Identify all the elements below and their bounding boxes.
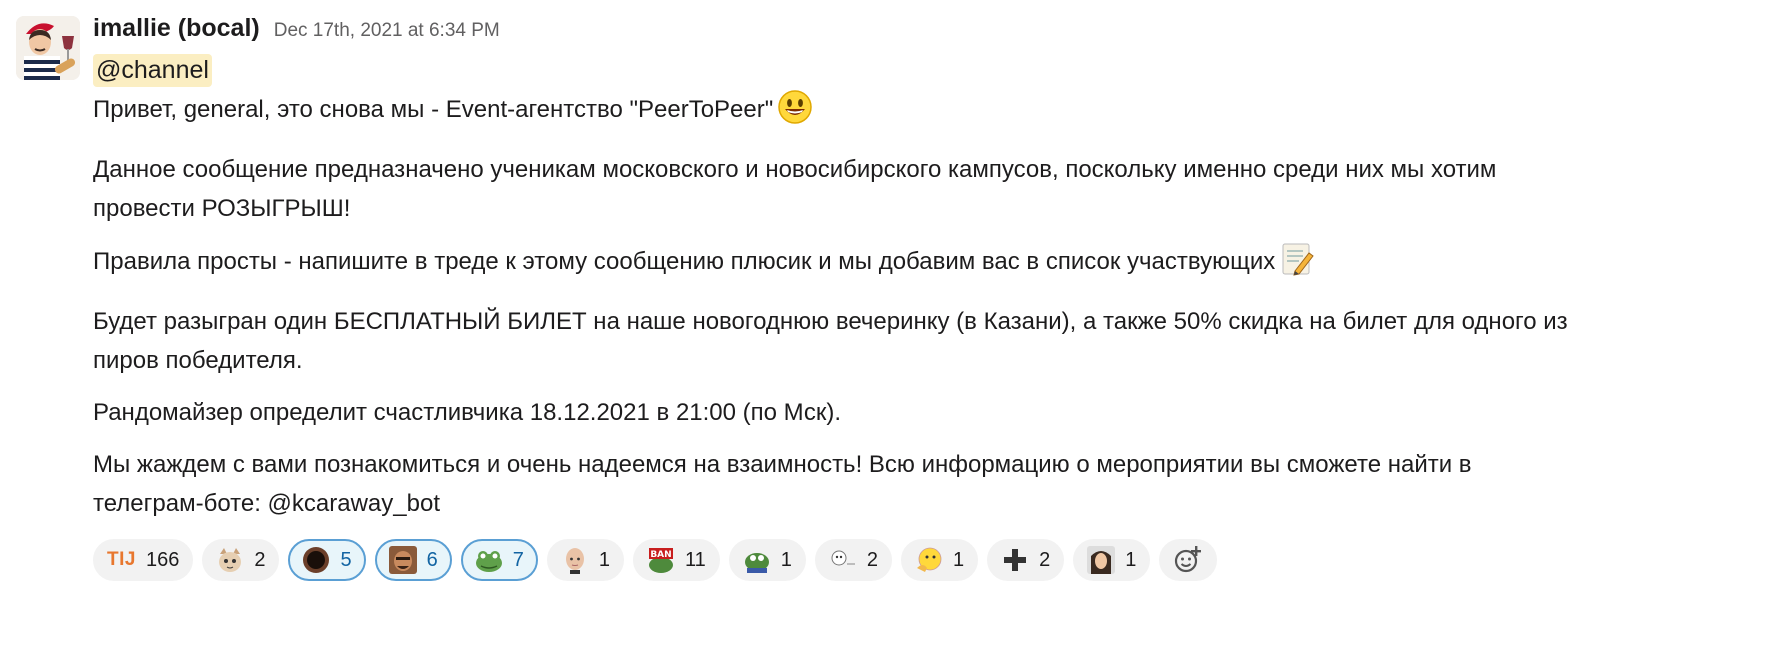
message-paragraph: Данное сообщение предназначено ученикам …: [93, 156, 1497, 222]
reaction-count: 1: [780, 548, 792, 571]
reaction-man-face[interactable]: 6: [374, 539, 452, 581]
tij-text-icon: TIJ: [107, 549, 136, 570]
reaction-frog[interactable]: 7: [460, 539, 538, 581]
reaction-count: 2: [254, 548, 266, 571]
reaction-count: 7: [512, 548, 524, 571]
message-paragraph: Рандомайзер определит счастливчика 18.12…: [93, 399, 842, 426]
reaction-thinking[interactable]: 1: [900, 539, 979, 581]
frog-icon: [475, 551, 502, 572]
ban-frog-icon: BAN: [648, 548, 673, 573]
man-face-icon: [388, 546, 417, 574]
paragraph-text: Привет, general, это снова мы - Event-аг…: [93, 96, 774, 123]
channel-mention[interactable]: @channel: [93, 54, 212, 87]
smiley-icon: [777, 89, 813, 137]
paragraph-text: Правила просты - напишите в треде к этом…: [93, 248, 1276, 275]
svg-text:BAN: BAN: [650, 550, 671, 560]
reaction-count: 11: [684, 548, 706, 571]
bald-head-icon: [565, 548, 584, 574]
reaction-girl-photo[interactable]: 1: [1073, 539, 1151, 581]
reaction-count: 5: [340, 548, 352, 571]
reaction-ban-frog[interactable]: BAN 11: [632, 539, 720, 581]
reaction-count: 1: [952, 548, 965, 571]
message-paragraph: Будет разыгран один БЕСПЛАТНЫЙ БИЛЕТ на …: [93, 308, 1568, 374]
message-timestamp[interactable]: Dec 17th, 2021 at 6:34 PM: [274, 20, 500, 42]
reaction-count: 166: [145, 548, 180, 571]
dark-hole-icon: [303, 547, 330, 573]
message-content: imallie (bocal) Dec 17th, 2021 at 6:34 P…: [93, 14, 1573, 581]
author-name[interactable]: imallie (bocal): [93, 14, 260, 43]
chat-message: imallie (bocal) Dec 17th, 2021 at 6:34 P…: [0, 0, 1790, 660]
pepe-frog-icon: [744, 553, 769, 573]
cat-face-icon: [219, 548, 242, 572]
reaction-bar: TIJ 166 2 5 6 7 1 BAN 11 1 2 1 2 1: [93, 539, 1573, 581]
thinking-face-icon: [916, 547, 942, 572]
message-paragraph: Правила просты - напишите в треде к этом…: [93, 241, 1573, 289]
reaction-count: 2: [1039, 548, 1051, 571]
heavy-plus-icon: [1004, 549, 1027, 571]
message-paragraph: Мы жаждем с вами познакомиться и очень н…: [93, 451, 1472, 517]
reaction-count: 1: [1125, 548, 1137, 571]
reaction-cat[interactable]: 2: [202, 539, 280, 581]
add-reaction-icon: [1175, 546, 1202, 573]
reaction-bald-head[interactable]: 1: [546, 539, 624, 581]
reaction-heavy-plus[interactable]: 2: [987, 539, 1065, 581]
reaction-tij[interactable]: TIJ 166: [93, 539, 194, 581]
memo-icon: [1279, 241, 1315, 289]
reaction-count: 6: [426, 548, 438, 571]
message-paragraph: Привет, general, это снова мы - Event-аг…: [93, 89, 1573, 137]
reaction-dark-hole[interactable]: 5: [288, 539, 366, 581]
message-header: imallie (bocal) Dec 17th, 2021 at 6:34 P…: [93, 14, 1573, 50]
meme-face-icon: [831, 550, 855, 566]
reaction-count: 1: [598, 548, 610, 571]
girl-photo-icon: [1087, 546, 1116, 574]
add-reaction-button[interactable]: [1159, 539, 1218, 581]
reaction-count: 2: [866, 548, 878, 571]
user-avatar[interactable]: [16, 16, 80, 80]
reaction-meme-face[interactable]: 2: [814, 539, 892, 581]
reaction-pepe-frog[interactable]: 1: [728, 539, 806, 581]
